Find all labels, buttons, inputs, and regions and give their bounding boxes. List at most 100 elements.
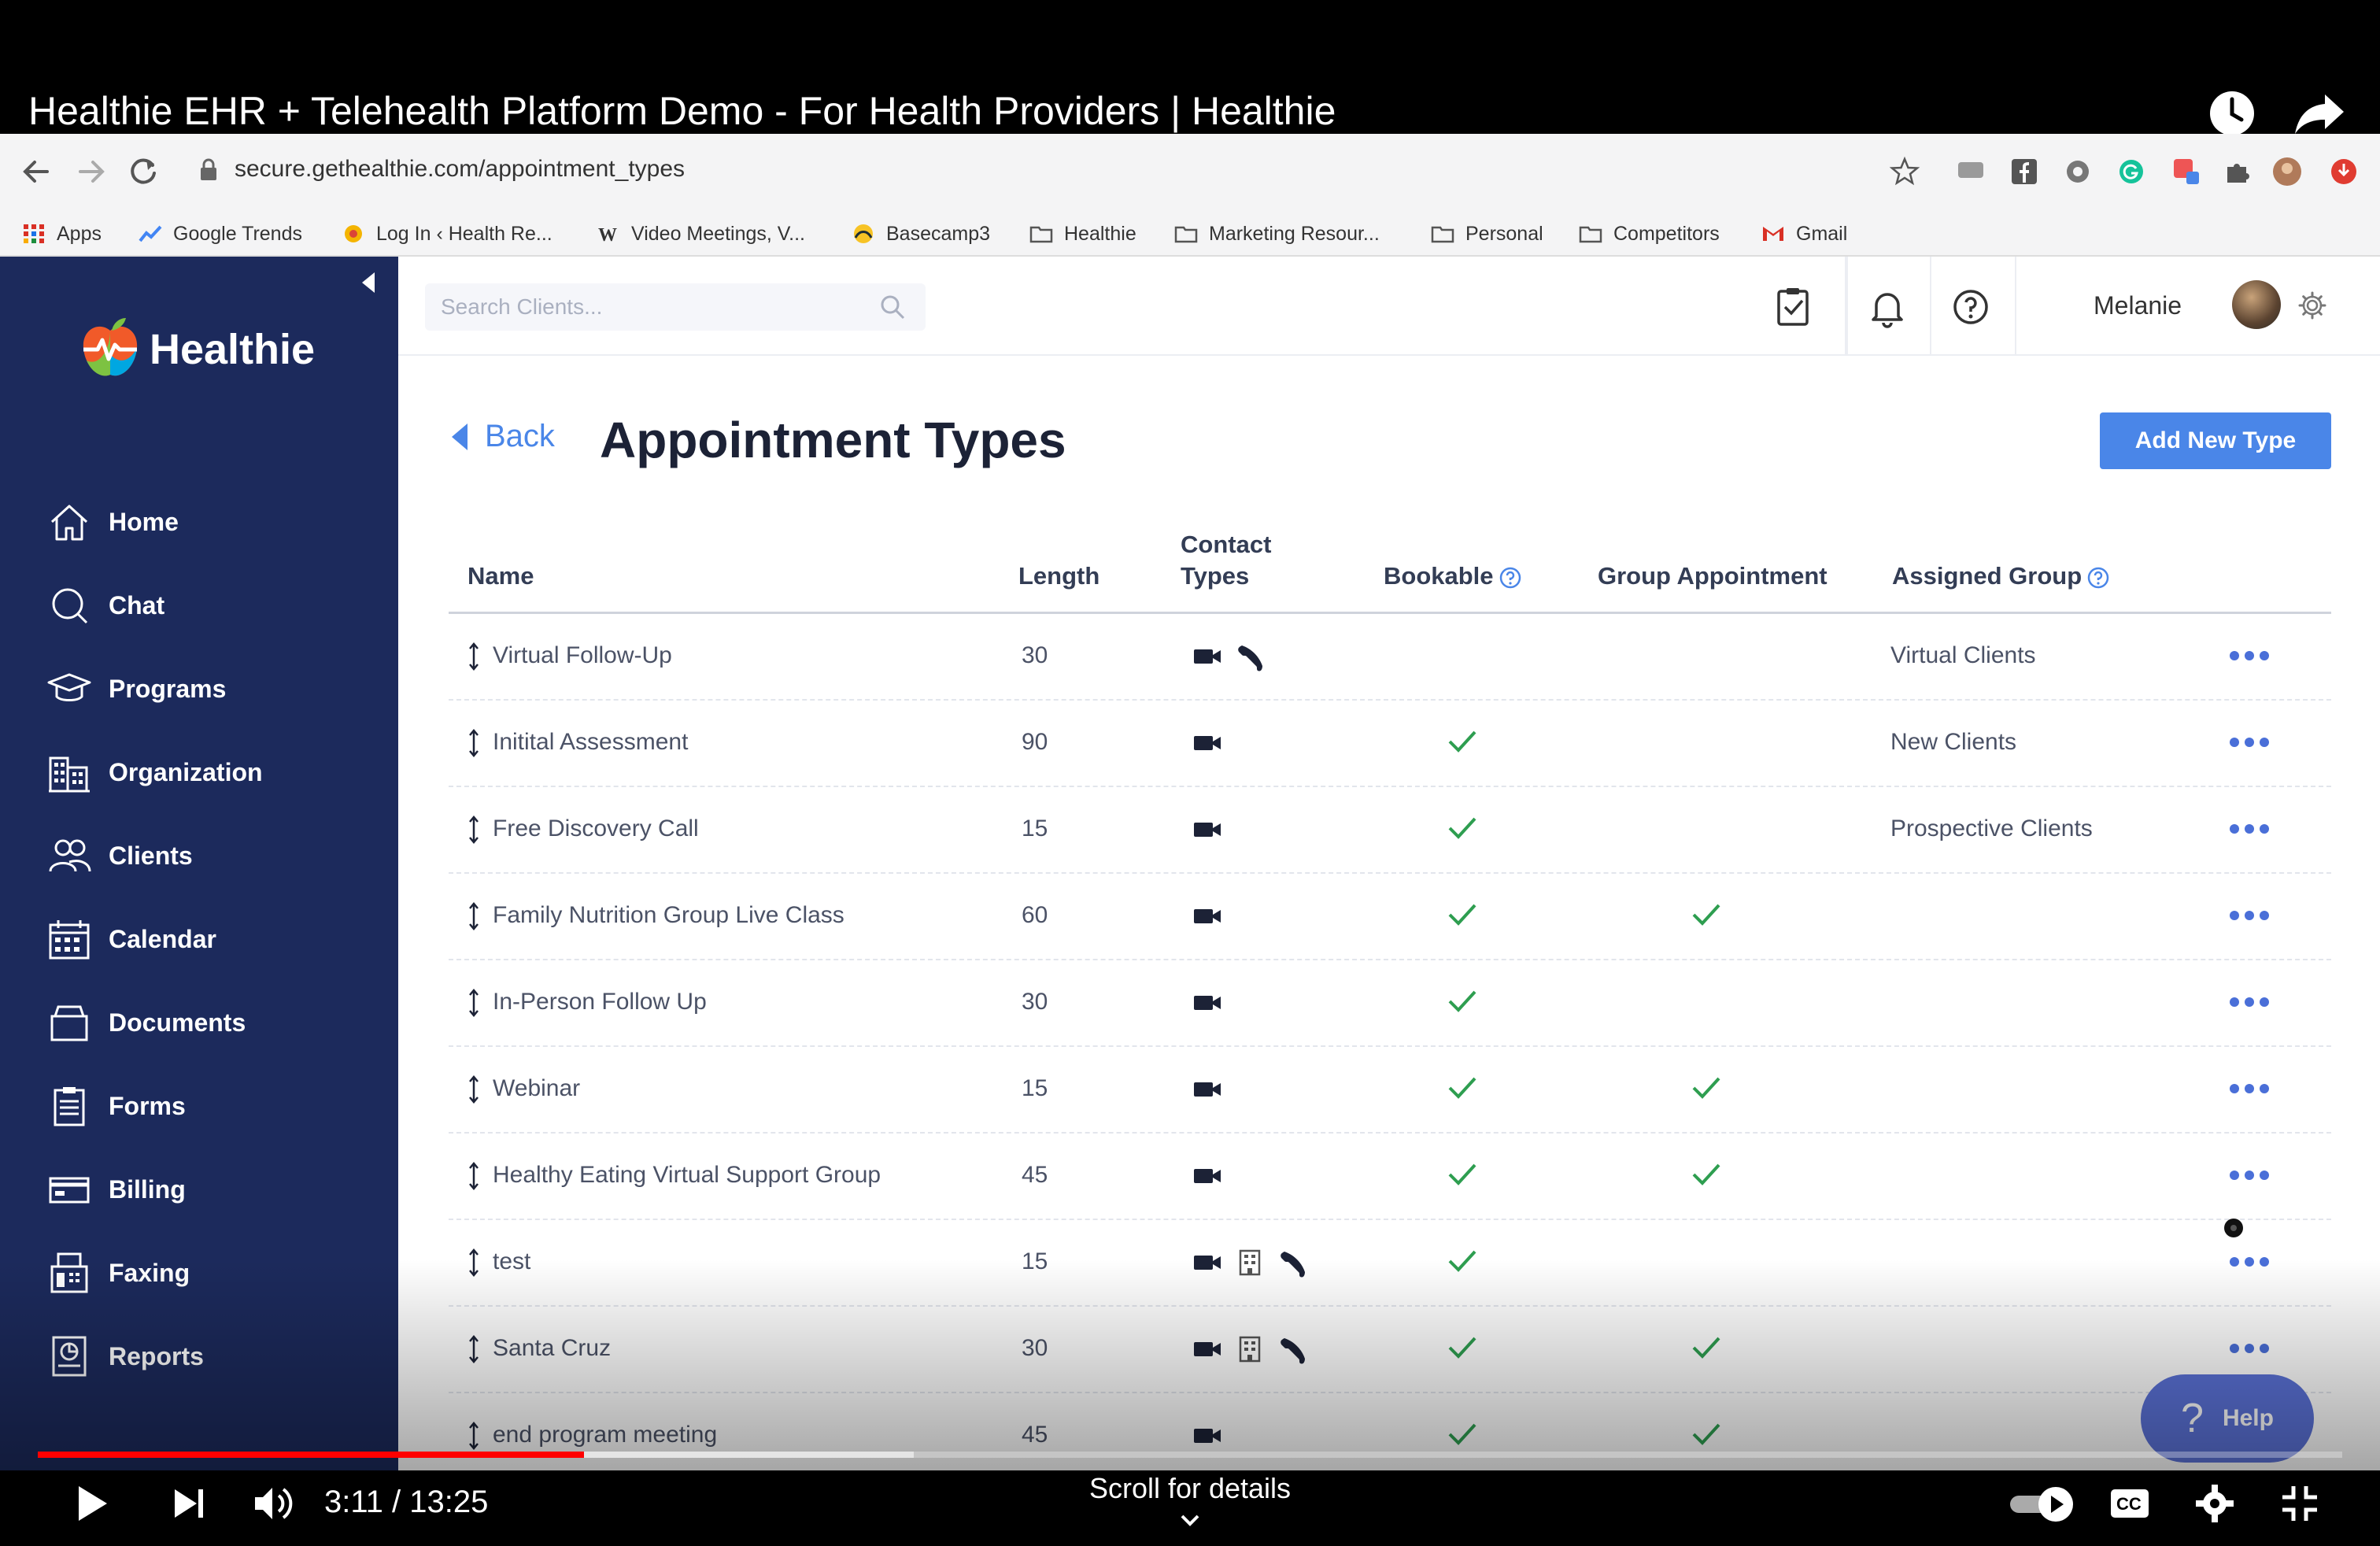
back-link[interactable]: Back	[449, 419, 555, 454]
more-options-icon[interactable]	[2227, 995, 2271, 1009]
bookmark-competitors[interactable]: Competitors	[1579, 220, 1720, 247]
bookmark-google-trends[interactable]: Google Trends	[139, 220, 302, 247]
bookmark-gmail[interactable]: Gmail	[1761, 220, 1847, 247]
table-row[interactable]: test 15	[449, 1220, 2331, 1307]
sidebar-item-billing[interactable]: Billing	[46, 1162, 376, 1217]
table-row[interactable]: Virtual Follow-Up 30 Virtual Clients	[449, 614, 2331, 701]
bookmark-apps[interactable]: Apps	[22, 220, 102, 247]
drag-handle-icon[interactable]	[468, 1422, 480, 1450]
puzzle-icon[interactable]	[2221, 156, 2252, 187]
volume-icon[interactable]	[249, 1480, 296, 1527]
share-icon[interactable]	[2293, 90, 2345, 137]
settings-gear-icon[interactable]	[2191, 1480, 2238, 1527]
more-options-icon[interactable]	[2227, 908, 2271, 923]
sidebar-item-organization[interactable]: Organization	[46, 745, 376, 800]
address-bar[interactable]: secure.gethealthie.com/appointment_types	[235, 156, 685, 183]
scroll-for-details[interactable]: Scroll for details	[1023, 1472, 1357, 1505]
sidebar-item-reports[interactable]: Reports	[46, 1329, 376, 1384]
column-header-length[interactable]: Length	[1018, 562, 1099, 590]
more-options-icon[interactable]	[2227, 1168, 2271, 1182]
table-row[interactable]: Santa Cruz 30	[449, 1307, 2331, 1393]
chevron-down-icon[interactable]	[1177, 1511, 1203, 1530]
bookmark-basecamp[interactable]: Basecamp3	[852, 220, 990, 247]
sidebar-item-home[interactable]: Home	[46, 494, 376, 549]
cell-name[interactable]: Santa Cruz	[493, 1335, 611, 1362]
video-title[interactable]: Healthie EHR + Telehealth Platform Demo …	[28, 88, 1336, 134]
question-icon[interactable]	[1499, 566, 1522, 590]
star-icon[interactable]	[1889, 156, 1920, 187]
cell-name[interactable]: Initital Assessment	[493, 729, 688, 756]
captions-icon[interactable]: CC	[2106, 1480, 2153, 1527]
bookmark-healthie[interactable]: Healthie	[1029, 220, 1136, 247]
table-row[interactable]: Family Nutrition Group Live Class 60	[449, 874, 2331, 960]
more-options-icon[interactable]	[2227, 649, 2271, 663]
table-row[interactable]: Initital Assessment 90 New Clients	[449, 701, 2331, 787]
cell-name[interactable]: In-Person Follow Up	[493, 989, 707, 1015]
table-row[interactable]: Healthy Eating Virtual Support Group 45	[449, 1134, 2331, 1220]
video-progress-bar[interactable]	[38, 1452, 2342, 1458]
cell-name[interactable]: end program meeting	[493, 1422, 717, 1448]
reload-icon[interactable]	[123, 151, 164, 192]
watch-later-icon[interactable]	[2208, 90, 2256, 137]
table-row[interactable]: Webinar 15	[449, 1047, 2331, 1134]
more-options-icon[interactable]	[2227, 1082, 2271, 1096]
facebook-icon[interactable]	[2009, 156, 2040, 187]
avatar[interactable]	[2232, 280, 2281, 329]
extension-gear-icon[interactable]	[2062, 156, 2094, 187]
play-icon[interactable]	[68, 1480, 115, 1527]
drag-handle-icon[interactable]	[468, 1248, 480, 1277]
sidebar-item-calendar[interactable]: Calendar	[46, 912, 376, 967]
sidebar-item-forms[interactable]: Forms	[46, 1078, 376, 1134]
logo[interactable]: Healthie	[76, 315, 315, 384]
next-icon[interactable]	[165, 1480, 213, 1527]
table-row[interactable]: Free Discovery Call 15 Prospective Clients	[449, 787, 2331, 874]
extension-chat-icon[interactable]	[1955, 156, 1986, 187]
drag-handle-icon[interactable]	[468, 642, 480, 671]
help-circle-icon[interactable]	[1946, 282, 1996, 332]
sidebar-item-chat[interactable]: Chat	[46, 578, 376, 633]
sidebar-item-documents[interactable]: Documents	[46, 995, 376, 1050]
more-options-icon[interactable]	[2227, 1255, 2271, 1269]
more-options-icon[interactable]	[2227, 1341, 2271, 1356]
drag-handle-icon[interactable]	[468, 902, 480, 930]
drag-handle-icon[interactable]	[468, 1075, 480, 1104]
question-icon[interactable]	[2086, 566, 2110, 590]
more-options-icon[interactable]	[2227, 735, 2271, 749]
drag-handle-icon[interactable]	[468, 1335, 480, 1363]
drag-handle-icon[interactable]	[468, 816, 480, 844]
grammarly-icon[interactable]	[2116, 156, 2147, 187]
cell-name[interactable]: Family Nutrition Group Live Class	[493, 902, 844, 929]
sidebar-item-faxing[interactable]: Faxing	[46, 1245, 376, 1300]
sidebar-item-programs[interactable]: Programs	[46, 661, 376, 716]
table-row[interactable]: end program meeting 45	[449, 1393, 2331, 1470]
drag-handle-icon[interactable]	[468, 989, 480, 1017]
cell-name[interactable]: test	[493, 1248, 530, 1275]
table-row[interactable]: In-Person Follow Up 30	[449, 960, 2331, 1047]
bookmark-log-in[interactable]: Log In ‹ Health Re...	[342, 220, 552, 247]
search-input[interactable]	[425, 283, 866, 331]
back-arrow-icon[interactable]	[16, 151, 57, 192]
cell-name[interactable]: Free Discovery Call	[493, 816, 699, 842]
more-options-icon[interactable]	[2227, 822, 2271, 836]
bookmark-video-meetings[interactable]: W Video Meetings, V...	[597, 220, 805, 247]
add-new-type-button[interactable]: Add New Type	[2100, 412, 2331, 469]
cell-name[interactable]: Virtual Follow-Up	[493, 642, 672, 669]
bell-icon[interactable]	[1862, 282, 1913, 332]
column-header-name[interactable]: Name	[468, 562, 534, 590]
forward-arrow-icon[interactable]	[71, 151, 112, 192]
gear-icon[interactable]	[2297, 290, 2328, 321]
extension-badge-icon[interactable]	[2171, 156, 2202, 187]
sidebar-item-clients[interactable]: Clients	[46, 828, 376, 883]
drag-handle-icon[interactable]	[468, 1162, 480, 1190]
drag-handle-icon[interactable]	[468, 729, 480, 757]
user-name[interactable]: Melanie	[2094, 291, 2182, 320]
profile-avatar-icon[interactable]	[2271, 156, 2303, 187]
autoplay-toggle-icon[interactable]	[2007, 1480, 2082, 1527]
collapse-sidebar-icon[interactable]	[359, 271, 378, 294]
tasks-checklist-icon[interactable]	[1768, 282, 1818, 332]
search-icon[interactable]	[878, 293, 907, 321]
cell-name[interactable]: Healthy Eating Virtual Support Group	[493, 1162, 881, 1189]
help-button[interactable]: ? Help	[2141, 1374, 2314, 1463]
bookmark-marketing[interactable]: Marketing Resour...	[1174, 220, 1380, 247]
update-icon[interactable]	[2328, 156, 2360, 187]
